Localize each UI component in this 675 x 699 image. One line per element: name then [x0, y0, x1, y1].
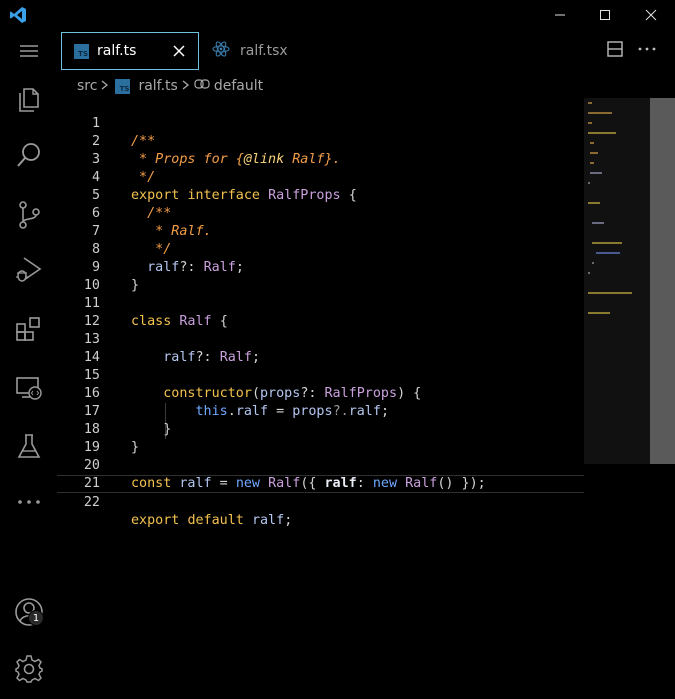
testing-icon: [17, 434, 40, 458]
maximize-icon: [600, 10, 610, 20]
ts-file-icon: TS: [115, 78, 131, 94]
code-line: 21: [57, 457, 584, 491]
tab-ralf-tsx[interactable]: ralf.tsx: [207, 30, 327, 72]
close-tab-button[interactable]: [172, 43, 186, 62]
minimap-line: [590, 152, 598, 154]
search-icon: [16, 143, 40, 167]
code-line: 11 class Ralf {: [57, 277, 584, 329]
symbol-field-icon: [194, 78, 210, 94]
title-bar: [0, 0, 675, 30]
code-line: 19: [57, 421, 584, 455]
tab-bar: TS ralf.ts ralf.tsx: [57, 30, 675, 72]
minimap-line: [592, 242, 622, 244]
code-line: 7 */: [57, 205, 584, 257]
code-line: 2 * Props for {@link Ralf}.: [57, 115, 584, 167]
remote-explorer-button[interactable]: [0, 364, 57, 412]
minimap[interactable]: [584, 98, 675, 464]
close-icon: [645, 9, 657, 21]
minimap-line: [588, 102, 592, 104]
code-line: 4 export interface RalfProps {: [57, 151, 584, 203]
code-line: 5 /**: [57, 169, 584, 221]
tab-label: ralf.tsx: [240, 43, 288, 59]
code-line: 12: [57, 295, 584, 329]
ts-file-icon: TS: [74, 43, 89, 59]
breadcrumb: src TS ralf.ts default: [77, 76, 263, 96]
run-debug-icon: [15, 257, 41, 282]
minimap-line: [596, 252, 620, 254]
testing-button[interactable]: [0, 423, 57, 471]
editor-area: TS ralf.ts ralf.tsx src TS ralf.ts defau…: [57, 30, 675, 699]
more-actions-icon: [638, 47, 656, 51]
code-line: 1 /**: [57, 97, 584, 149]
settings-button[interactable]: [0, 645, 57, 693]
accounts-button[interactable]: 1: [0, 588, 57, 636]
current-line: 22 export default ralf;: [57, 475, 584, 528]
code-line: 20 const ralf = new Ralf({ ralf: new Ral…: [57, 439, 584, 491]
tab-label: ralf.ts: [97, 43, 137, 59]
code-line: 17 }: [57, 385, 584, 437]
menu-icon: [19, 45, 38, 57]
minimap-line: [588, 292, 632, 294]
code-editor[interactable]: 1 /** 2 * Props for {@link Ralf}. 3 */ 4…: [57, 97, 584, 528]
explorer-button[interactable]: [0, 75, 57, 123]
minimap-line: [588, 182, 590, 184]
minimap-line: [590, 162, 594, 164]
code-line: 3 */: [57, 133, 584, 185]
minimap-line: [588, 312, 610, 314]
vscode-logo-icon: [9, 6, 27, 24]
code-line: 10: [57, 259, 584, 293]
minimap-line: [588, 272, 590, 274]
explorer-icon: [18, 88, 39, 112]
editor-more-actions-button[interactable]: [637, 40, 657, 58]
minimap-line: [588, 132, 616, 134]
source-control-button[interactable]: [0, 191, 57, 239]
minimap-line: [588, 112, 612, 114]
code-line: 18 }: [57, 403, 584, 455]
breadcrumb-folder[interactable]: src: [77, 78, 97, 94]
line-number: 22: [83, 495, 100, 510]
close-icon: [173, 45, 185, 57]
search-button[interactable]: [0, 131, 57, 179]
code-line: 9 }: [57, 241, 584, 293]
code-line: 8 ralf?: Ralf;: [57, 223, 584, 275]
maximize-button[interactable]: [582, 0, 628, 30]
minimize-button[interactable]: [537, 0, 583, 30]
minimap-line: [592, 222, 604, 224]
minimap-line: [590, 172, 602, 174]
react-icon: [212, 40, 230, 62]
minimap-line: [588, 122, 592, 124]
breadcrumb-symbol[interactable]: default: [214, 78, 263, 94]
extensions-icon: [15, 317, 40, 341]
breadcrumb-file[interactable]: ralf.ts: [138, 78, 177, 94]
minimize-icon: [555, 14, 565, 16]
split-editor-icon: [607, 41, 623, 57]
menu-button[interactable]: [0, 27, 57, 75]
more-icon: [17, 500, 40, 504]
accounts-badge: 1: [28, 610, 44, 626]
close-window-button[interactable]: [628, 0, 674, 30]
source-control-icon: [18, 201, 40, 229]
tab-ralf-ts[interactable]: TS ralf.ts: [61, 32, 199, 70]
code-line: 16 this.ralf = props?.ralf;: [57, 367, 584, 419]
activity-bar: 1: [0, 30, 57, 699]
minimap-line: [588, 202, 600, 204]
more-button[interactable]: [0, 478, 57, 526]
chevron-right-icon: [101, 78, 109, 94]
code-line: 6 * Ralf.: [57, 187, 584, 239]
gear-icon: [14, 655, 43, 683]
code-line: 14: [57, 331, 584, 365]
minimap-line: [592, 262, 594, 264]
minimap-line: [590, 142, 594, 144]
chevron-right-icon: [182, 78, 190, 94]
code-line: 15 constructor(props?: RalfProps) {: [57, 349, 584, 401]
split-editor-button[interactable]: [606, 40, 624, 58]
extensions-button[interactable]: [0, 306, 57, 354]
remote-explorer-icon: [15, 377, 42, 400]
code-line: 13 ralf?: Ralf;: [57, 313, 584, 365]
run-debug-button[interactable]: [0, 246, 57, 294]
minimap-slider[interactable]: [650, 98, 675, 464]
